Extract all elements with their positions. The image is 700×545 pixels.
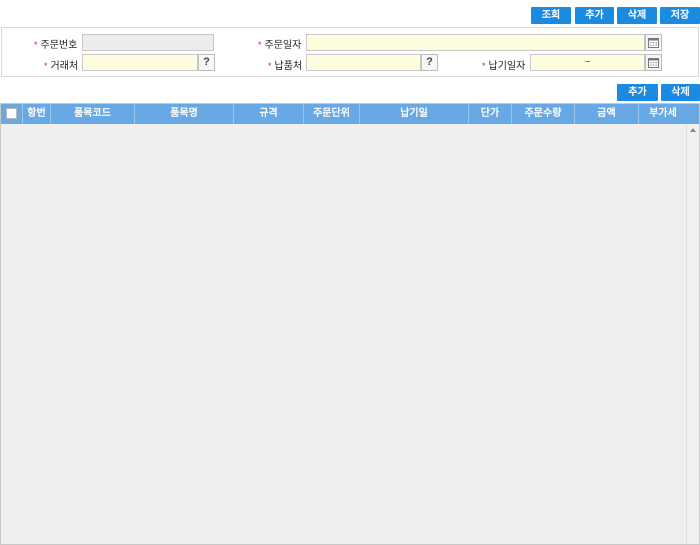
column-header[interactable]: 규격	[234, 104, 304, 124]
column-header[interactable]: 납기일	[360, 104, 469, 124]
delivery-date-label: * 납기일자	[482, 61, 526, 72]
client-label: * 거래처	[44, 61, 79, 72]
order-date-label: * 주문일자	[258, 40, 302, 51]
column-header[interactable]: 항번	[23, 104, 51, 124]
delivery-place-field[interactable]	[306, 54, 421, 71]
grid-add-button[interactable]: 추가	[617, 84, 658, 101]
order-no-label: * 주문번호	[34, 40, 78, 51]
grid-header: 항번 품목코드 품목명 규격 주문단위 납기일 단가 주문수량 금액 부가세	[1, 104, 687, 124]
client-lookup-button[interactable]: ?	[198, 54, 215, 71]
delivery-date-calendar-icon[interactable]	[645, 54, 662, 71]
grid-delete-button[interactable]: 삭제	[661, 84, 700, 101]
vertical-scrollbar[interactable]	[686, 124, 699, 544]
order-date-calendar-icon[interactable]	[645, 34, 662, 51]
delivery-date-range-field[interactable]: ~	[530, 54, 645, 71]
column-header[interactable]: 부가세	[639, 104, 687, 124]
delivery-place-lookup-button[interactable]: ?	[421, 54, 438, 71]
column-header[interactable]: 단가	[469, 104, 512, 124]
client-field[interactable]	[82, 54, 198, 71]
delete-button[interactable]: 삭제	[617, 7, 657, 24]
search-form: * 주문번호 * 주문일자 * 거래처 ? * 납품처 ? * 납기일자 ~	[1, 27, 699, 77]
scroll-up-icon[interactable]	[690, 128, 696, 132]
grid-header-corner	[686, 104, 699, 124]
column-header[interactable]: 주문수량	[512, 104, 575, 124]
add-button[interactable]: 추가	[575, 7, 614, 24]
column-header[interactable]: 금액	[575, 104, 639, 124]
search-button[interactable]: 조회	[531, 7, 571, 24]
delivery-place-label: * 납품처	[268, 61, 303, 72]
order-no-field[interactable]	[82, 34, 214, 51]
select-all-checkbox[interactable]	[1, 104, 23, 124]
column-header[interactable]: 품목코드	[51, 104, 135, 124]
column-header[interactable]: 주문단위	[304, 104, 360, 124]
save-button[interactable]: 저장	[660, 7, 700, 24]
order-date-field[interactable]	[306, 34, 645, 51]
order-items-grid: 항번 품목코드 품목명 규격 주문단위 납기일 단가 주문수량 금액 부가세	[0, 103, 700, 545]
column-header[interactable]: 품목명	[135, 104, 234, 124]
